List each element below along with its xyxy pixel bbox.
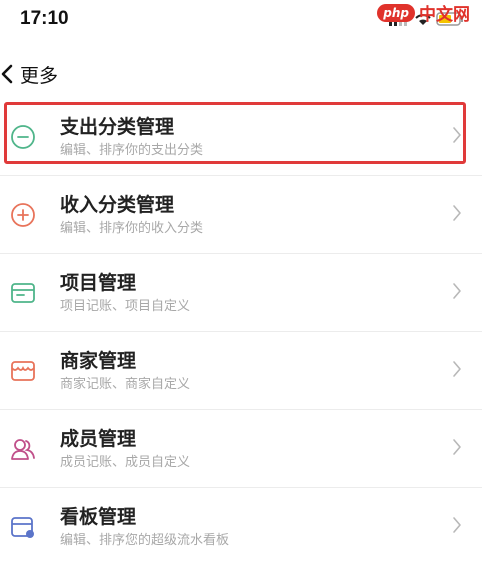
menu-item-subtitle: 编辑、排序你的收入分类: [60, 220, 204, 236]
menu-item-subtitle: 商家记账、商家自定义: [60, 376, 191, 392]
menu-item-subtitle: 成员记账、成员自定义: [60, 454, 191, 470]
menu-item-subtitle: 项目记账、项目自定义: [60, 298, 191, 314]
watermark-logo: php: [377, 3, 415, 22]
watermark-text: 中文网: [419, 5, 470, 25]
chevron-right-icon: [453, 283, 461, 299]
chevron-right-icon: [453, 517, 461, 533]
plus-circle-icon: [10, 202, 36, 228]
shop-icon: [10, 358, 36, 384]
chevron-right-icon: [453, 361, 461, 377]
menu-item-board[interactable]: 看板管理 编辑、排序您的超级流水看板: [0, 488, 482, 565]
back-chevron-icon[interactable]: [0, 64, 18, 84]
menu-item-member[interactable]: 成员管理 成员记账、成员自定义: [0, 410, 482, 488]
menu-item-expense-category[interactable]: 支出分类管理 编辑、排序你的支出分类: [0, 98, 482, 176]
menu-item-income-category[interactable]: 收入分类管理 编辑、排序你的收入分类: [0, 176, 482, 254]
status-time: 17:10: [20, 8, 69, 29]
nav-bar: 更多: [0, 56, 58, 92]
menu-item-title: 收入分类管理: [60, 193, 175, 216]
board-icon: [10, 514, 36, 540]
members-icon: [10, 436, 36, 462]
watermark: php 中文网: [377, 0, 470, 25]
folder-icon: [10, 280, 36, 306]
menu-item-title: 项目管理: [60, 271, 137, 294]
menu-item-title: 看板管理: [60, 505, 137, 528]
menu-item-title: 支出分类管理: [60, 115, 175, 138]
chevron-right-icon: [453, 127, 461, 143]
menu-item-title: 成员管理: [60, 427, 137, 450]
menu-item-project[interactable]: 项目管理 项目记账、项目自定义: [0, 254, 482, 332]
chevron-right-icon: [453, 205, 461, 221]
menu-item-merchant[interactable]: 商家管理 商家记账、商家自定义: [0, 332, 482, 410]
minus-circle-icon: [10, 124, 36, 150]
menu-item-title: 商家管理: [60, 349, 137, 372]
page-title: 更多: [20, 64, 59, 87]
chevron-right-icon: [453, 439, 461, 455]
menu-item-subtitle: 编辑、排序您的超级流水看板: [60, 532, 230, 548]
menu-item-subtitle: 编辑、排序你的支出分类: [60, 142, 204, 158]
status-bar: 17:10 php 中文网: [0, 0, 482, 42]
menu-list: 支出分类管理 编辑、排序你的支出分类 收入分类管理 编辑、排序你的收入分类 项目…: [0, 98, 482, 565]
